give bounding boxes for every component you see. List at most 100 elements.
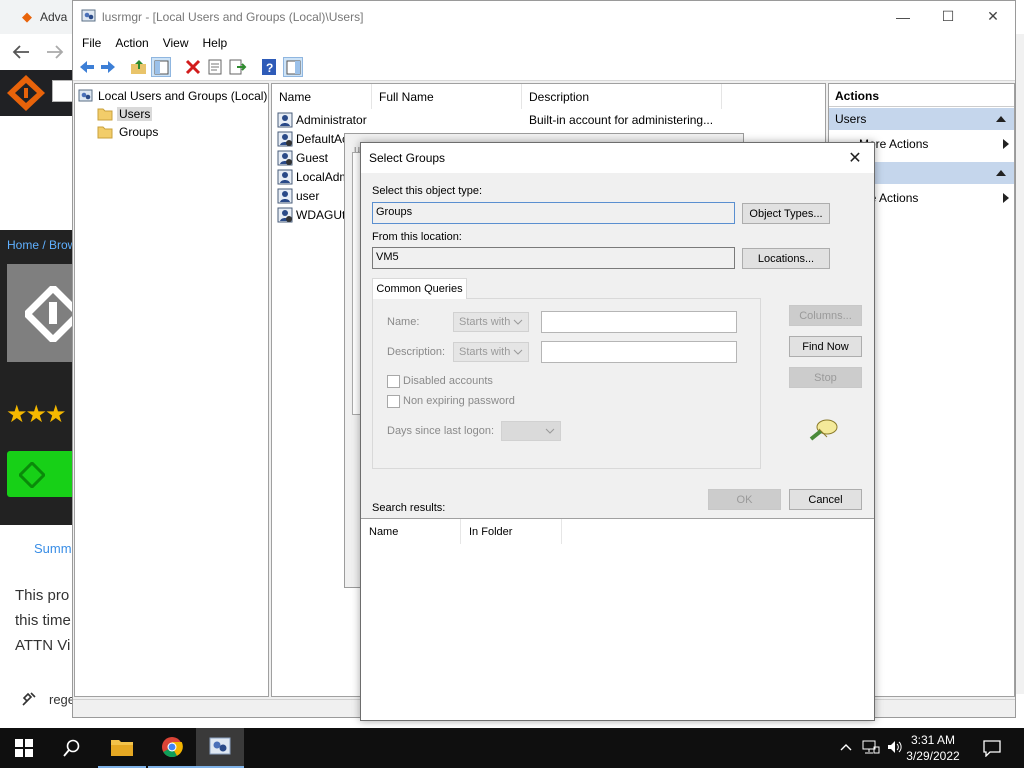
- dialog-title-bar[interactable]: Select Groups: [361, 143, 874, 173]
- results-column-name[interactable]: Name: [361, 519, 461, 544]
- name-starts-with-select[interactable]: Starts with: [453, 312, 529, 332]
- download-logo-icon: [19, 462, 45, 488]
- object-type-label: Select this object type:: [372, 185, 483, 197]
- tree-item-groups[interactable]: Groups: [97, 123, 160, 140]
- table-row[interactable]: Guest: [277, 148, 328, 167]
- days-since-logon-select[interactable]: [501, 421, 561, 441]
- user-name: Guest: [296, 150, 329, 165]
- location-label: From this location:: [372, 231, 462, 243]
- menu-view[interactable]: View: [156, 36, 196, 50]
- user-name: LocalAdm: [296, 169, 350, 184]
- column-header-name[interactable]: Name: [272, 84, 372, 109]
- tree-root[interactable]: Local Users and Groups (Local): [78, 87, 267, 104]
- object-types-button[interactable]: Object Types...: [742, 203, 830, 224]
- non-expiring-password-checkbox[interactable]: [387, 395, 400, 408]
- search-button[interactable]: [48, 728, 96, 768]
- columns-button[interactable]: Columns...: [789, 305, 862, 326]
- taskbar-lusrmgr[interactable]: [196, 728, 244, 768]
- properties-icon[interactable]: [205, 57, 225, 77]
- download-button[interactable]: [7, 451, 74, 497]
- table-row[interactable]: LocalAdm: [277, 167, 349, 186]
- show-action-pane-icon[interactable]: [283, 57, 303, 77]
- dialog-close-button[interactable]: ✕: [841, 146, 869, 170]
- user-description: Built-in account for administering...: [529, 112, 714, 127]
- cancel-button[interactable]: Cancel: [789, 489, 862, 510]
- menu-help[interactable]: Help: [196, 36, 235, 50]
- start-button[interactable]: [0, 728, 48, 768]
- system-clock[interactable]: 3:31 AM 3/29/2022: [896, 732, 970, 764]
- browser-tab[interactable]: ◆ Adva: [0, 0, 74, 34]
- registry-label: rege: [49, 692, 74, 707]
- close-button[interactable]: ✕: [970, 1, 1016, 32]
- dialog-title: Select Groups: [369, 151, 446, 165]
- summary-tab-link[interactable]: Summ: [34, 541, 72, 556]
- table-row[interactable]: DefaultAc: [277, 129, 348, 148]
- actions-more-actions[interactable]: More Actions: [859, 135, 1009, 153]
- back-arrow-icon[interactable]: [12, 44, 30, 60]
- show-hide-tree-icon[interactable]: [151, 57, 171, 77]
- mmc-title-bar[interactable]: lusrmgr - [Local Users and Groups (Local…: [73, 1, 1015, 32]
- users-app-icon: [81, 9, 96, 22]
- close-icon: ✕: [848, 150, 862, 167]
- description-query-input[interactable]: [541, 341, 737, 363]
- stop-button[interactable]: Stop: [789, 367, 862, 388]
- maximize-button[interactable]: ☐: [925, 1, 971, 32]
- svg-text:?: ?: [266, 61, 273, 75]
- user-name: Administrator: [296, 112, 367, 127]
- disabled-accounts-checkbox[interactable]: [387, 375, 400, 388]
- notifications-icon[interactable]: [983, 739, 1001, 757]
- column-header-description[interactable]: Description: [522, 84, 722, 109]
- location-field[interactable]: VM5: [372, 247, 735, 269]
- minimize-button[interactable]: —: [880, 1, 926, 32]
- ok-button[interactable]: OK: [708, 489, 781, 510]
- rating-stars: ★★★: [6, 401, 67, 428]
- folder-icon: [97, 126, 113, 138]
- up-folder-icon[interactable]: [129, 57, 149, 77]
- menu-action[interactable]: Action: [108, 36, 155, 50]
- user-name: user: [296, 188, 320, 203]
- actions-section-users[interactable]: Users: [829, 108, 1014, 130]
- taskbar-chrome[interactable]: [148, 728, 196, 768]
- table-row[interactable]: WDAGUti: [277, 205, 348, 224]
- maximize-icon: ☐: [941, 8, 955, 24]
- users-groups-icon: [78, 89, 93, 101]
- search-flashlight-icon: [809, 419, 838, 441]
- back-icon[interactable]: [77, 57, 97, 77]
- chevron-up-icon[interactable]: [840, 742, 852, 752]
- menu-file[interactable]: File: [75, 36, 108, 50]
- breadcrumb[interactable]: Home / Brow: [0, 230, 74, 260]
- results-column-in-folder[interactable]: In Folder: [461, 519, 562, 544]
- column-header-full-name[interactable]: Full Name: [372, 84, 522, 109]
- find-now-button[interactable]: Find Now: [789, 336, 862, 357]
- minimize-icon: —: [896, 8, 910, 25]
- actions-section-label: Users: [835, 112, 867, 126]
- search-results-list[interactable]: Name In Folder: [361, 518, 874, 720]
- actions-more-actions-2[interactable]: ore Actions: [859, 189, 1009, 207]
- tab-common-queries[interactable]: Common Queries: [372, 278, 467, 299]
- taskbar-file-explorer[interactable]: [98, 728, 146, 768]
- table-row[interactable]: Administrator Built-in account for admin…: [277, 110, 713, 129]
- name-query-input[interactable]: [541, 311, 737, 333]
- user-icon: [277, 150, 293, 165]
- table-row[interactable]: user: [277, 186, 319, 205]
- name-query-label: Name:: [387, 316, 420, 328]
- export-list-icon[interactable]: [227, 57, 247, 77]
- description-starts-with-select[interactable]: Starts with: [453, 342, 529, 362]
- menu-bar: File Action View Help: [73, 32, 1015, 54]
- actions-header: Actions: [829, 85, 1014, 107]
- product-thumbnail: [7, 264, 73, 362]
- folder-icon: [97, 108, 113, 120]
- non-expiring-password-label: Non expiring password: [403, 395, 515, 407]
- collapse-up-icon: [996, 116, 1006, 122]
- tree-item-users[interactable]: Users: [97, 105, 153, 122]
- delete-icon[interactable]: [183, 57, 203, 77]
- object-type-field[interactable]: Groups: [372, 202, 735, 224]
- browser-tab-title: Adva: [40, 10, 68, 24]
- user-name: WDAGUti: [296, 207, 348, 222]
- locations-button[interactable]: Locations...: [742, 248, 830, 269]
- site-logo-icon: [7, 75, 45, 111]
- help-icon[interactable]: ?: [259, 57, 279, 77]
- forward-icon[interactable]: [98, 57, 118, 77]
- forward-arrow-icon[interactable]: [46, 44, 64, 60]
- network-icon[interactable]: [862, 739, 880, 755]
